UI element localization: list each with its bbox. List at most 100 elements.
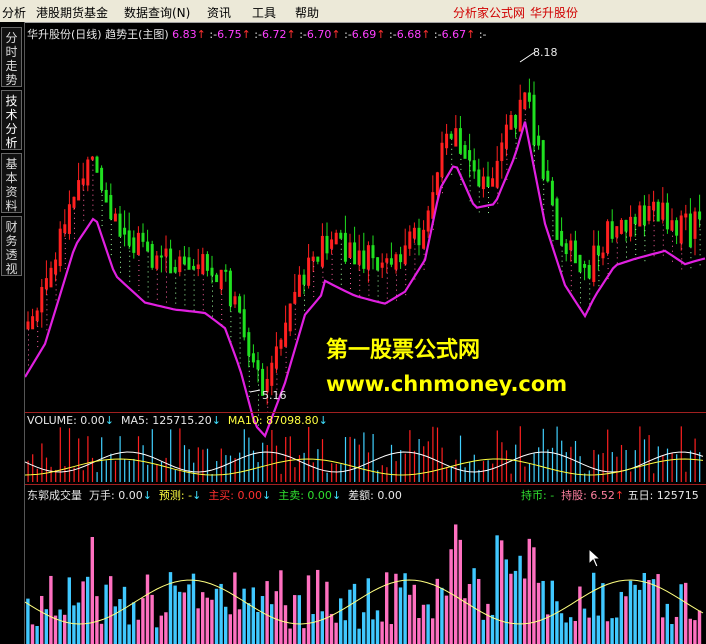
trend-fill-dot [64,238,66,240]
trend-fill-dot [221,293,223,295]
trend-fill-dot [580,292,581,294]
trend-fill-dot [120,241,121,243]
trend-fill-dot [258,409,259,411]
bottom-volume-bar [155,627,159,644]
candle-body [564,243,568,255]
bottom-volume-bar [458,539,462,644]
candle-body [35,310,39,322]
menu-hk-futures-funds[interactable]: 港股期货基金 [36,4,108,21]
volume-bar [133,458,135,482]
volume-bar [225,455,227,482]
candle-body [353,242,357,265]
trend-fill-dot [672,230,673,232]
trend-fill-dot [506,158,508,160]
trend-fill-dot [46,294,48,296]
trend-fill-dot [202,299,204,301]
trend-fill-dot [285,351,287,353]
trend-fill-dot [653,245,655,247]
menu-data-query[interactable]: 数据查询(N) [124,4,190,21]
trend-fill-dot [166,291,167,293]
bottom-volume-bar [684,582,688,644]
trend-fill-dot [396,284,397,286]
trend-fill-dot [175,292,177,294]
bottom-volume-bar [398,587,403,644]
bottom-volume-bar [651,579,656,644]
bottom-volume-bar [127,624,131,644]
trend-fill-dot [166,296,167,298]
trend-fill-dot [28,334,29,336]
trend-fill-dot [110,254,112,256]
menu-help[interactable]: 帮助 [295,4,319,21]
trend-fill-dot [662,219,664,221]
trend-fill-dot [92,159,94,161]
trend-fill-dot [359,264,361,266]
menu-tools[interactable]: 工具 [252,4,276,21]
candle-body [150,244,154,268]
trend-fill-dot [267,406,269,408]
bottom-volume-bar [352,583,357,644]
candle-body [31,316,35,330]
trend-fill-dot [221,288,223,290]
trend-fill-dot [147,286,149,288]
trend-fill-dot [248,370,250,372]
candle-body [491,178,495,187]
volume-bar [505,450,508,482]
volume-bar [602,453,604,482]
trend-fill-dot [175,287,177,289]
bottom-volume-bar [49,575,53,644]
trend-fill-dot [304,289,305,291]
candle-body [454,128,458,147]
bottom-volume-bar [90,536,94,644]
bottom-volume-bar [256,611,260,644]
trend-fill-dot [92,189,94,191]
trend-fill-dot [101,199,103,201]
trend-fill-dot [64,253,66,255]
bottom-volume-bar [592,572,596,644]
trend-fill-dot [377,290,379,292]
trend-fill-dot [368,284,370,286]
candle-body [40,286,44,313]
volume-bar [68,428,71,482]
ma10-value: MA10: 87098.80 [227,414,319,427]
trend-fill-dot [460,153,462,155]
trend-fill-dot [543,198,545,200]
bottom-volume-bar [435,578,439,644]
candle-body [334,232,338,245]
tab-technical[interactable]: 技术分析 [1,90,22,150]
candle-body [293,291,297,304]
trend-fill-dot [37,336,39,338]
trend-fill-dot [699,234,701,236]
trend-fill-dot [46,319,48,321]
bottom-volume-bar [697,610,702,644]
candle-body [523,92,527,110]
bottom-volume-bar [67,577,71,644]
volume-bar [183,445,186,482]
volume-bar [170,429,172,482]
menu-analysis[interactable]: 分析 [2,4,26,21]
trend-fill-dot [248,390,250,392]
tab-financials[interactable]: 财务透视 [1,216,22,276]
volume-bar [124,459,126,482]
bottom-volume-bar [201,592,205,644]
trend-fill-dot [175,282,177,284]
candle-body [679,215,683,244]
trend-fill-dot [202,284,204,286]
bottom-volume-bar [122,586,127,644]
tab-intraday[interactable]: 分时走势 [1,27,22,87]
volume-bar [404,453,406,482]
volume-bar [303,452,305,482]
bottom-volume-bar [288,628,292,644]
trend-fill-dot [221,313,223,315]
candle-body [693,211,697,239]
trend-fill-dot [184,274,186,276]
menu-news[interactable]: 资讯 [207,4,231,21]
trend-fill-dot [414,243,416,245]
volume-bar [349,436,351,482]
volume-bar [308,426,310,482]
trend-fill-dot [184,269,186,271]
candle-body [320,235,324,267]
trend-fill-dot [294,338,296,340]
bottom-volume-bar [500,540,504,644]
tab-fundamentals[interactable]: 基本资料 [1,153,22,213]
volume-bar [639,426,641,482]
